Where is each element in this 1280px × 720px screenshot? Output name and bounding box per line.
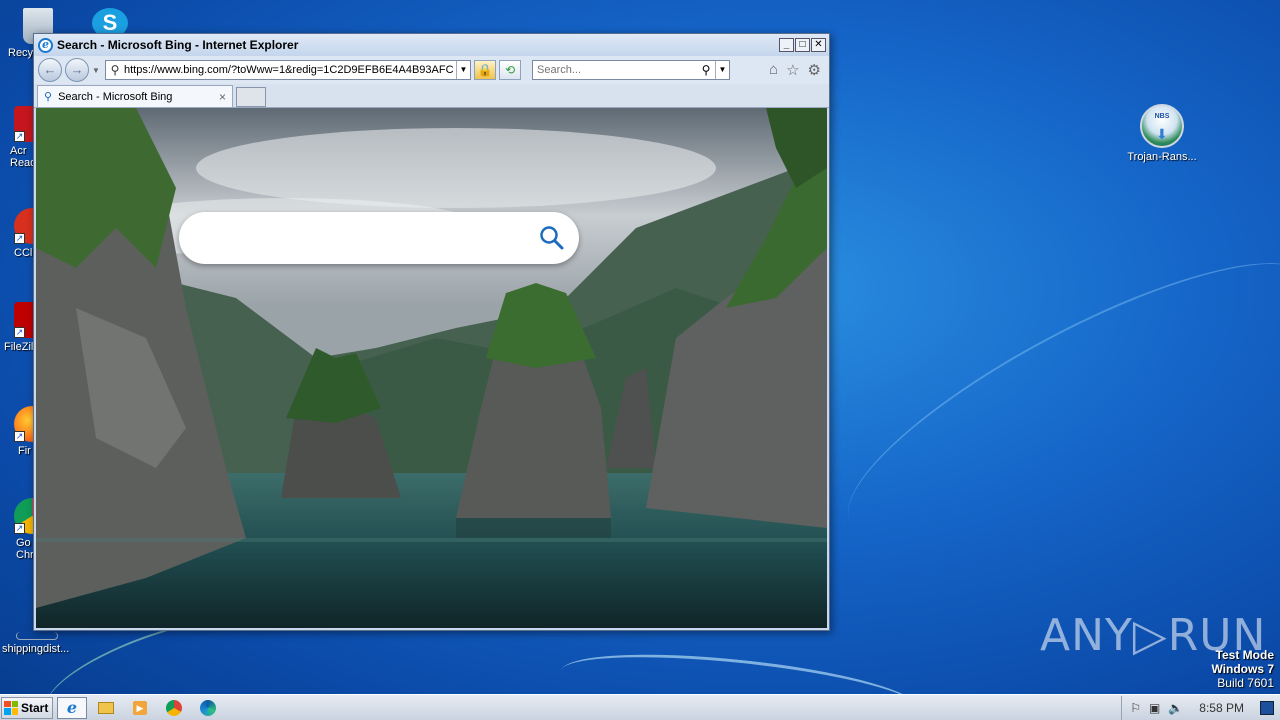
tab-bing[interactable]: ⚲ Search - Microsoft Bing × [37, 85, 233, 107]
lock-icon: 🔒 [477, 63, 493, 77]
address-dropdown-button[interactable]: ▼ [456, 61, 470, 79]
bing-search-bar[interactable] [179, 212, 579, 264]
address-bar[interactable]: ⚲ https://www.bing.com/?toWww=1&redig=1C… [105, 60, 471, 80]
bing-search-icon: ⚲ [44, 91, 53, 103]
home-icon[interactable]: ⌂ [769, 61, 778, 79]
bing-search-input[interactable] [199, 226, 529, 250]
build-line: Build 7601 [1217, 676, 1274, 690]
windows-version-line: Windows 7 [1211, 662, 1274, 676]
desktop-icon-shippingdist[interactable]: shippingdist... [0, 632, 80, 655]
test-mode-line: Test Mode [1215, 648, 1274, 662]
clock[interactable]: 8:58 PM [1199, 701, 1244, 715]
desktop-icon-label: Trojan-Rans... [1127, 151, 1197, 163]
internet-explorer-window[interactable]: e Search - Microsoft Bing - Internet Exp… [33, 33, 830, 631]
address-url[interactable]: https://www.bing.com/?toWww=1&redig=1C2D… [124, 64, 456, 76]
show-desktop-button[interactable] [1260, 700, 1274, 715]
action-center-flag-icon[interactable]: ⚐ [1130, 701, 1141, 715]
start-label: Start [21, 700, 49, 715]
search-icon: ⚲ [110, 63, 120, 77]
folder-icon [98, 701, 114, 714]
arrow-left-icon: ← [43, 62, 57, 77]
media-player-icon: ▶ [133, 700, 147, 715]
taskbar-file-explorer[interactable] [91, 697, 121, 719]
search-provider-dropdown[interactable]: ▼ [715, 61, 729, 79]
desktop-icon-label: shippingdist... [2, 643, 70, 655]
search-icon[interactable]: ⚲ [697, 63, 715, 77]
file-icon [16, 632, 58, 640]
title-bar[interactable]: e Search - Microsoft Bing - Internet Exp… [34, 34, 829, 56]
system-tray: ⚐ ▣ 🔈 8:58 PM [1121, 695, 1280, 720]
tab-bar: ⚲ Search - Microsoft Bing × [34, 84, 829, 108]
windows-flag-icon [4, 700, 18, 715]
search-box[interactable]: ⚲ ▼ [532, 60, 730, 80]
chrome-icon [166, 699, 182, 716]
maximize-button[interactable]: □ [795, 38, 810, 52]
internet-explorer-icon: e [38, 37, 53, 53]
internet-explorer-icon: e [66, 698, 78, 717]
history-dropdown-button[interactable]: ▼ [92, 66, 102, 75]
volume-icon[interactable]: 🔈 [1168, 701, 1183, 715]
shortcut-arrow-icon: ↗ [14, 233, 25, 244]
network-icon[interactable]: ▣ [1149, 701, 1160, 715]
shortcut-arrow-icon: ↗ [14, 327, 25, 338]
test-mode-watermark: Test Mode Windows 7 Build 7601 [1211, 648, 1274, 690]
taskbar-media-player[interactable]: ▶ [125, 697, 155, 719]
taskbar: Start e ▶ ⚐ ▣ 🔈 8:58 PM [0, 694, 1280, 720]
shortcut-arrow-icon: ↗ [14, 131, 25, 142]
bing-homepage [36, 108, 827, 628]
wallpaper-streak [817, 216, 1280, 584]
edge-icon [200, 699, 216, 716]
refresh-button[interactable]: ⟲ [499, 60, 521, 80]
window-title: Search - Microsoft Bing - Internet Explo… [57, 38, 299, 52]
shortcut-arrow-icon: ↗ [14, 523, 25, 534]
desktop-icon-trojan-rans[interactable]: NBS ⬇ Trojan-Rans... [1124, 104, 1200, 163]
gear-icon[interactable]: ⚙ [808, 61, 821, 79]
taskbar-chrome[interactable] [159, 697, 189, 719]
nbs-file-icon: NBS ⬇ [1140, 104, 1184, 148]
navigation-bar: ← → ▼ ⚲ https://www.bing.com/?toWww=1&re… [34, 56, 829, 84]
new-tab-button[interactable] [236, 87, 266, 107]
back-button[interactable]: ← [38, 58, 62, 82]
favorites-star-icon[interactable]: ☆ [786, 61, 799, 79]
forward-button[interactable]: → [65, 58, 89, 82]
security-lock-button[interactable]: 🔒 [474, 60, 496, 80]
search-input[interactable] [533, 64, 697, 76]
taskbar-internet-explorer[interactable]: e [57, 696, 87, 719]
start-button[interactable]: Start [1, 696, 53, 719]
close-button[interactable]: ✕ [811, 38, 826, 52]
search-icon[interactable] [539, 225, 565, 251]
shortcut-arrow-icon: ↗ [14, 431, 25, 442]
refresh-icon: ⟲ [504, 63, 516, 77]
arrow-right-icon: → [70, 62, 84, 77]
tab-close-icon[interactable]: × [219, 90, 226, 104]
background-landscape-image [36, 108, 827, 628]
taskbar-edge[interactable] [193, 697, 223, 719]
desktop-icon-label: Acr Read [10, 145, 36, 169]
tab-label: Search - Microsoft Bing [58, 90, 173, 103]
minimize-button[interactable]: _ [779, 38, 794, 52]
